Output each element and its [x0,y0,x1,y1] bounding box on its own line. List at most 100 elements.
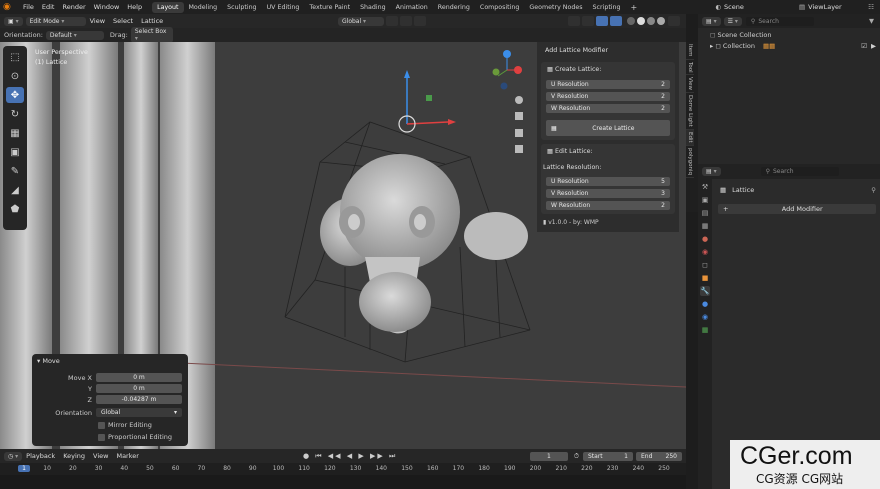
add-cube-tool-icon[interactable]: ⬟ [6,201,24,217]
solid-shading-icon[interactable] [637,17,645,25]
properties-search-input[interactable]: ⚲ Search [760,167,839,176]
menu-lattice[interactable]: Lattice [137,17,167,25]
cursor-tool-icon[interactable]: ⊙ [6,68,24,84]
edit-w-resolution-field[interactable]: W Resolution 2 [546,201,670,210]
start-frame-field[interactable]: Start 1 [583,451,633,461]
tab-compositing[interactable]: Compositing [475,2,524,13]
timeline-ruler[interactable]: 1 10 20 30 40 50 60 70 80 90 100 110 120 130 140 150 160… [0,463,686,475]
scene-collection-row[interactable]: ◻ Scene Collection [710,30,880,41]
scene-name[interactable]: Scene [724,3,799,11]
viewport-nav-buttons[interactable] [515,96,523,153]
modifier-tab-icon[interactable]: 🔧 [700,286,710,296]
tab-sculpting[interactable]: Sculpting [222,2,261,13]
edit-u-resolution-field[interactable]: U Resolution 5 [546,177,670,186]
move-y-field[interactable]: 0 m [96,384,182,393]
menu-keying[interactable]: Keying [59,452,89,460]
menu-window[interactable]: Window [90,3,124,11]
display-mode-icon[interactable]: ☰ [723,16,742,26]
create-v-resolution-field[interactable]: V Resolution 2 [546,92,670,101]
menu-render[interactable]: Render [58,3,89,11]
menu-file[interactable]: File [19,3,38,11]
menu-timeline-view[interactable]: View [89,452,112,460]
menu-playback[interactable]: Playback [22,452,59,460]
visibility-icon[interactable] [568,16,580,26]
view-layer-name[interactable]: ViewLayer [808,3,868,11]
outliner-editor-icon[interactable]: ▤ [702,16,721,26]
gizmo-icon[interactable] [582,16,594,26]
create-w-resolution-field[interactable]: W Resolution 2 [546,104,670,113]
tab-layout[interactable]: Layout [152,1,184,13]
checkbox-checked-icon[interactable]: ☑ [861,41,867,52]
timeline-editor-type-icon[interactable]: ◷ [4,451,23,461]
outliner-search-input[interactable]: ⚲ Search [745,16,814,26]
menu-help[interactable]: Help [123,3,146,11]
tab-scripting[interactable]: Scripting [588,2,626,13]
overlay-icon[interactable] [596,16,608,26]
snap-icon[interactable] [400,16,412,26]
tab-rendering[interactable]: Rendering [433,2,475,13]
pivot-icon[interactable] [386,16,398,26]
pin-icon[interactable]: ⚲ [871,186,876,194]
move-tool-icon[interactable]: ✥ [6,87,24,103]
wireframe-shading-icon[interactable] [627,17,635,25]
tab-uv-editing[interactable]: UV Editing [262,2,305,13]
move-panel-title[interactable]: ▾ Move [37,357,60,365]
output-tab-icon[interactable]: ▤ [700,208,710,218]
transform-gizmo[interactable] [398,70,456,133]
add-workspace-icon[interactable]: + [626,1,643,14]
transform-orientation-dropdown[interactable]: Global [338,16,384,26]
tab-polygoniq[interactable]: polygoniq [686,146,694,178]
tab-modeling[interactable]: Modeling [184,2,223,13]
rotate-tool-icon[interactable]: ↻ [6,106,24,122]
tab-animation[interactable]: Animation [391,2,433,13]
drag-dropdown[interactable]: Select Box [130,27,173,43]
material-shading-icon[interactable] [647,17,655,25]
move-z-field[interactable]: -0.04287 m [96,395,182,404]
tab-item[interactable]: Item [686,42,694,60]
tab-geometry-nodes[interactable]: Geometry Nodes [524,2,587,13]
filter-icon[interactable]: ▼ [869,17,874,25]
object-tab-icon[interactable]: ■ [700,273,710,283]
menu-marker[interactable]: Marker [112,452,142,460]
view-layer-tab-icon[interactable]: ▦ [700,221,710,231]
create-lattice-button[interactable]: ▦ Create Lattice [546,120,670,136]
collection-tab-icon[interactable]: ◻ [700,260,710,270]
annotate-tool-icon[interactable]: ✎ [6,163,24,179]
current-frame-field[interactable]: 1 [529,451,568,461]
world-tab-icon[interactable]: ◉ [700,247,710,257]
navigation-gizmo[interactable] [492,50,523,90]
render-tab-icon[interactable]: ▣ [700,195,710,205]
tab-shading[interactable]: Shading [355,2,391,13]
menu-edit[interactable]: Edit [38,3,59,11]
camera-icon[interactable]: ▶ [871,41,876,52]
orientation-dropdown[interactable]: Default [45,30,104,40]
scene-tab-icon[interactable]: ● [700,234,710,244]
move-orientation-dropdown[interactable]: Global ▾ [96,408,182,417]
data-tab-icon[interactable]: ▦ [700,325,710,335]
measure-tool-icon[interactable]: ◢ [6,182,24,198]
particles-tab-icon[interactable]: ● [700,299,710,309]
end-frame-field[interactable]: End 250 [636,451,682,461]
viewlayer-options-icon[interactable]: ☷ [868,3,874,11]
mode-selector[interactable]: Edit Mode [25,16,86,26]
proportional-icon[interactable] [414,16,426,26]
menu-select[interactable]: Select [109,17,137,25]
tab-texture-paint[interactable]: Texture Paint [304,2,355,13]
mirror-editing-checkbox[interactable]: Mirror Editing [98,421,152,429]
tool-tab-icon[interactable]: ⚒ [700,182,710,192]
add-modifier-button[interactable]: + Add Modifier [718,204,876,214]
properties-editor-icon[interactable]: ▤ [702,167,721,176]
tab-view[interactable]: View [686,75,694,94]
menu-view[interactable]: View [86,17,109,25]
select-tool-icon[interactable]: ⬚ [6,49,24,65]
physics-tab-icon[interactable]: ◉ [700,312,710,322]
collection-row[interactable]: ▸ ◻ Collection ▦▦ ☑ ▶ [710,41,880,52]
tab-edit[interactable]: Edit [686,130,694,146]
stopwatch-icon[interactable]: ⏱ [574,452,579,461]
scale-tool-icon[interactable]: ▦ [6,125,24,141]
tab-tool[interactable]: Tool [686,60,694,76]
xray-icon[interactable] [610,16,622,26]
transform-tool-icon[interactable]: ▣ [6,144,24,160]
proportional-editing-checkbox[interactable]: Proportional Editing [98,433,172,441]
tab-dome-light[interactable]: Dome Light [686,93,694,131]
